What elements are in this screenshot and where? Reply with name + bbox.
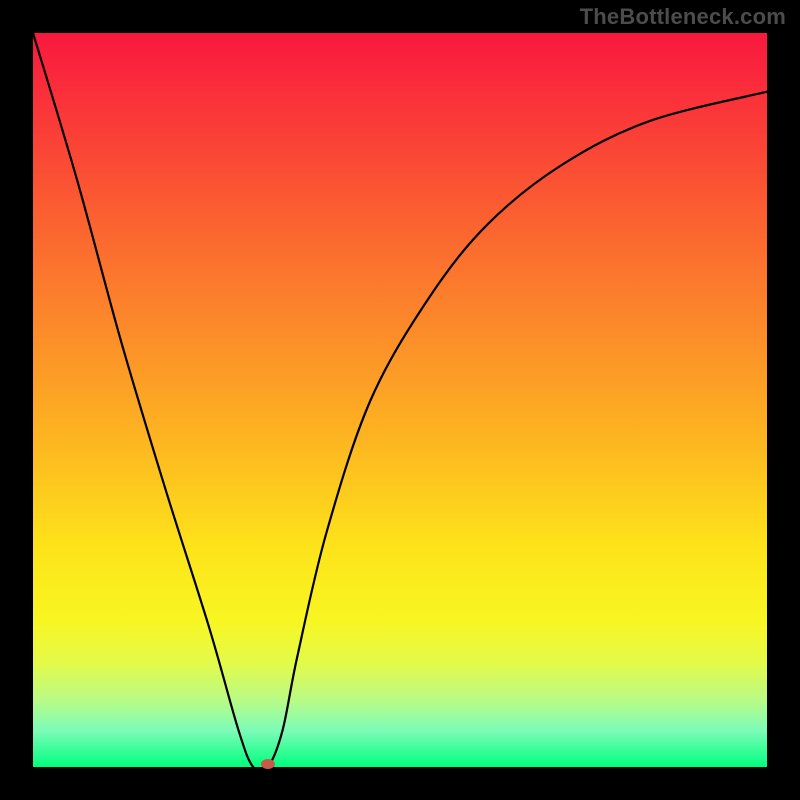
bottleneck-curve <box>33 33 767 767</box>
optimum-marker <box>261 759 275 769</box>
attribution-text: TheBottleneck.com <box>580 4 786 30</box>
curve-path <box>33 33 767 772</box>
chart-frame: TheBottleneck.com <box>0 0 800 800</box>
plot-area <box>33 33 767 767</box>
